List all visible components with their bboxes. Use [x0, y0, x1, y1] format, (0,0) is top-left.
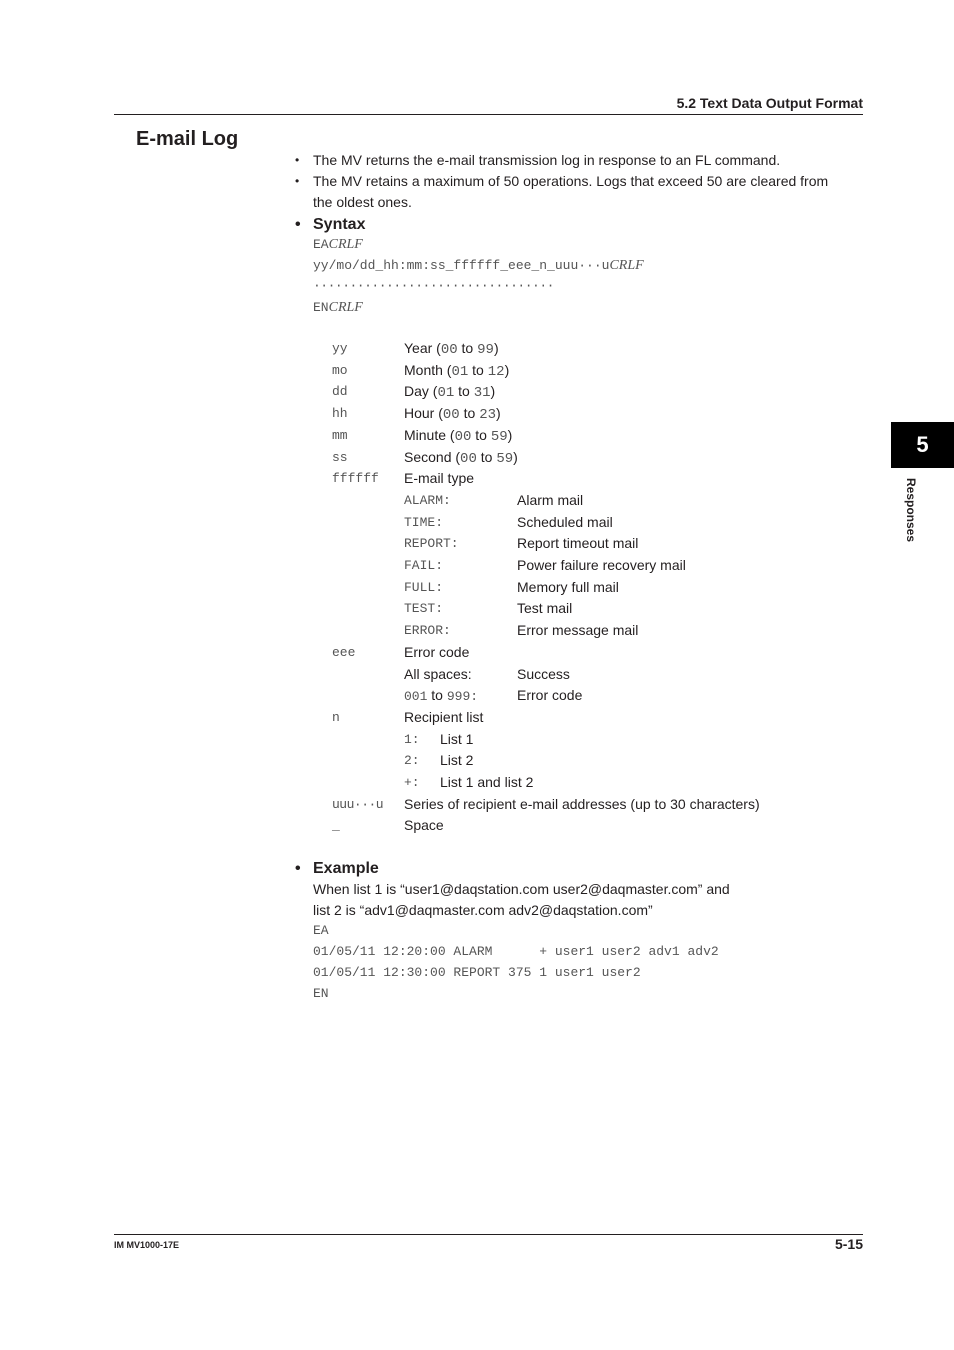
header-rule	[114, 114, 863, 115]
syntax-line: ENCRLF	[313, 300, 363, 315]
chapter-tab: 5	[891, 422, 954, 468]
syntax-heading: Syntax	[313, 216, 366, 233]
bullet-dot: •	[295, 174, 300, 188]
example-code-line: 01/05/11 12:20:00 ALARM + user1 user2 ad…	[313, 944, 719, 959]
example-heading: Example	[313, 860, 379, 877]
bullet-dot: •	[295, 860, 301, 877]
syntax-line: yy/mo/dd_hh:mm:ss_ffffff_eee_n_uuu···uCR…	[313, 258, 644, 273]
intro-text: The MV returns the e-mail transmission l…	[313, 152, 781, 168]
page-number: 5-15	[834, 1236, 863, 1252]
example-desc: list 2 is “adv1@daqmaster.com adv2@daqst…	[313, 902, 653, 918]
intro-text: the oldest ones.	[313, 194, 412, 210]
syntax-line: EACRLF	[313, 237, 363, 252]
footer-rule	[114, 1234, 863, 1235]
syntax-line: ·································	[313, 278, 554, 293]
running-header: 5.2 Text Data Output Format	[676, 95, 863, 111]
chapter-label: Responses	[904, 478, 918, 543]
section-title: E-mail Log	[136, 128, 239, 150]
example-code-line: EN	[313, 986, 329, 1001]
bullet-dot: •	[295, 153, 300, 167]
document-id: IM MV1000-17E	[114, 1240, 180, 1250]
example-code-line: EA	[313, 923, 329, 938]
example-desc: When list 1 is “user1@daqstation.com use…	[313, 881, 730, 897]
intro-text: The MV retains a maximum of 50 operation…	[313, 173, 829, 189]
bullet-dot: •	[295, 216, 301, 233]
example-code-line: 01/05/11 12:30:00 REPORT 375 1 user1 use…	[313, 965, 641, 980]
